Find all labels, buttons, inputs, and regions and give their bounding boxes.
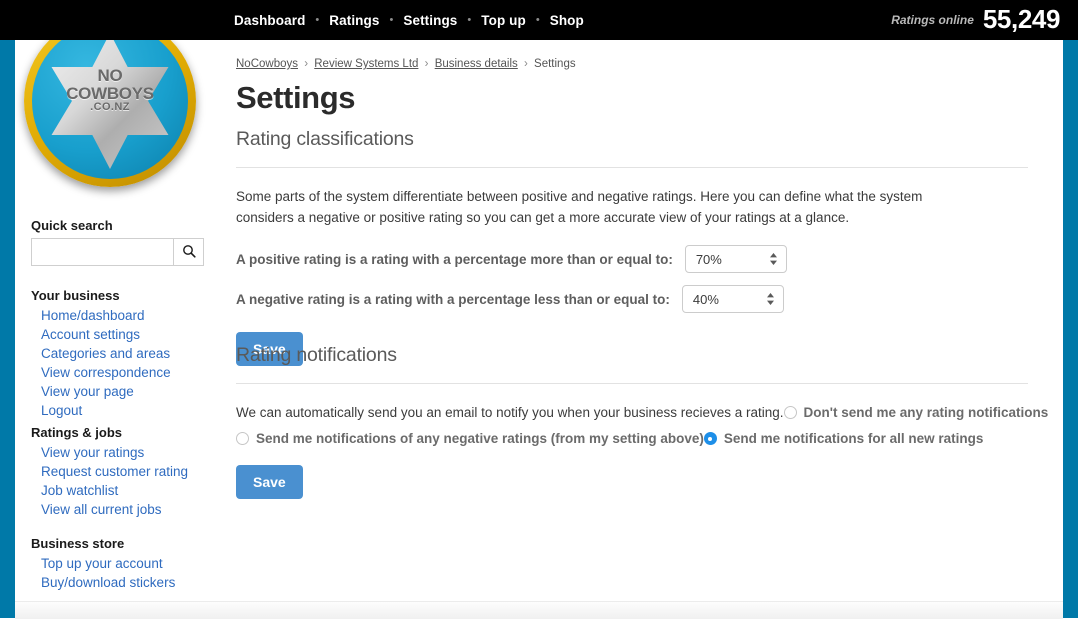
breadcrumb-separator: › (424, 58, 429, 70)
list-item: Home/dashboard (31, 306, 171, 325)
list-item: View correspondence (31, 363, 171, 382)
radio-negative-only-notifications[interactable] (236, 432, 249, 445)
nav-separator: • (315, 13, 320, 26)
sidebar-group-ratings-and-jobs: Ratings & jobs View your ratings Request… (31, 425, 188, 519)
breadcrumb-item-review-systems-ltd[interactable]: Review Systems Ltd (314, 58, 418, 70)
sidebar-item-home-dashboard[interactable]: Home/dashboard (31, 306, 171, 325)
quick-search-title: Quick search (31, 218, 113, 233)
sidebar-item-view-your-page[interactable]: View your page (31, 382, 171, 401)
list-item: Buy/download stickers (31, 573, 175, 592)
nav-separator: • (389, 13, 394, 26)
nav-separator: • (467, 13, 472, 26)
negative-threshold-value: 40% (692, 291, 719, 307)
site-logo[interactable]: NO COWBOYS .CO.NZ (24, 40, 210, 201)
notifications-row-2: Send me notifications of any negative ra… (236, 431, 1028, 446)
search-icon (182, 244, 196, 261)
sidebar-link-list: Top up your account Buy/download sticker… (31, 554, 175, 592)
top-header-bar: Dashboard • Ratings • Settings • Top up … (0, 0, 1078, 40)
sidebar-item-buy-download-stickers[interactable]: Buy/download stickers (31, 573, 175, 592)
sidebar-link-list: View your ratings Request customer ratin… (31, 443, 188, 519)
sidebar-item-categories-and-areas[interactable]: Categories and areas (31, 344, 171, 363)
radio-label-all-new-notifications: Send me notifications for all new rating… (723, 431, 984, 446)
positive-threshold-select[interactable]: 70% (684, 245, 787, 274)
logo-text-line3: .CO.NZ (90, 101, 130, 113)
ratings-online-count: 55,249 (982, 4, 1061, 34)
list-item: View all current jobs (31, 500, 188, 519)
primary-nav: Dashboard • Ratings • Settings • Top up … (234, 0, 584, 40)
page-container: NO COWBOYS .CO.NZ Quick search Your busi… (15, 40, 1063, 618)
sidebar-link-list: Home/dashboard Account settings Categori… (31, 306, 171, 420)
radio-label-no-notifications: Don't send me any rating notifications (803, 405, 1049, 420)
right-accent-rail (1063, 40, 1078, 618)
negative-rating-label: A negative rating is a rating with a per… (236, 291, 670, 307)
sidebar-item-view-correspondence[interactable]: View correspondence (31, 363, 171, 382)
notifications-intro-text: We can automatically send you an email t… (236, 405, 784, 420)
logo-text-line2: COWBOYS (66, 83, 154, 103)
section-heading-rating-classifications: Rating classifications (236, 128, 414, 150)
radio-all-new-notifications[interactable] (703, 432, 717, 445)
section-divider (236, 383, 1028, 384)
section-divider (236, 167, 1028, 168)
nav-separator: • (535, 13, 540, 26)
sidebar-item-view-your-ratings[interactable]: View your ratings (31, 443, 188, 462)
save-notifications-button[interactable]: Save (236, 465, 303, 499)
quick-search-form (31, 238, 204, 266)
section-heading-rating-notifications: Rating notifications (236, 344, 397, 366)
list-item: Request customer rating (31, 462, 188, 481)
radio-label-negative-only-notifications: Send me notifications of any negative ra… (256, 431, 704, 446)
sidebar-item-logout[interactable]: Logout (31, 401, 171, 420)
page-title: Settings (236, 80, 356, 115)
sidebar-group-title: Business store (31, 536, 125, 551)
stepper-arrows-icon (769, 251, 778, 267)
sidebar-group-your-business: Your business Home/dashboard Account set… (31, 288, 171, 420)
nav-item-top-up[interactable]: Top up (481, 13, 526, 28)
list-item: Account settings (31, 325, 171, 344)
section-rating-notifications: Rating notifications We can automaticall… (236, 344, 1048, 499)
nav-item-settings[interactable]: Settings (403, 13, 457, 28)
ratings-online-label: Ratings online (891, 13, 974, 27)
positive-threshold-value: 70% (695, 251, 722, 267)
radio-no-notifications[interactable] (783, 406, 797, 419)
sidebar-group-title: Your business (31, 288, 120, 303)
negative-rating-field-row: A negative rating is a rating with a per… (236, 285, 1028, 314)
sidebar-item-job-watchlist[interactable]: Job watchlist (31, 481, 188, 500)
logo-text-line1: NO (97, 66, 123, 85)
list-item: Job watchlist (31, 481, 188, 500)
breadcrumb-item-nocowboys[interactable]: NoCowboys (236, 58, 298, 70)
list-item: Categories and areas (31, 344, 171, 363)
sidebar-item-top-up-your-account[interactable]: Top up your account (31, 554, 175, 573)
list-item: Logout (31, 401, 171, 420)
positive-rating-label: A positive rating is a rating with a per… (236, 251, 673, 267)
classifications-intro-text: Some parts of the system differentiate b… (236, 189, 923, 225)
list-item: View your ratings (31, 443, 188, 462)
sidebar: NO COWBOYS .CO.NZ Quick search Your busi… (15, 40, 230, 618)
breadcrumb: NoCowboys › Review Systems Ltd › Busines… (236, 58, 576, 70)
nav-item-ratings[interactable]: Ratings (329, 13, 379, 28)
positive-rating-field-row: A positive rating is a rating with a per… (236, 245, 1028, 274)
logo-text: NO COWBOYS .CO.NZ (32, 67, 188, 113)
sidebar-group-business-store: Business store Top up your account Buy/d… (31, 536, 175, 592)
main-content: NoCowboys › Review Systems Ltd › Busines… (236, 40, 1048, 618)
notifications-row-1: We can automatically send you an email t… (236, 405, 1048, 420)
search-button[interactable] (173, 238, 204, 266)
nav-item-dashboard[interactable]: Dashboard (234, 13, 305, 28)
sidebar-group-title: Ratings & jobs (31, 425, 123, 440)
section-rating-classifications: Rating classifications Some parts of the… (236, 128, 1028, 367)
list-item: Top up your account (31, 554, 175, 573)
sidebar-item-view-all-current-jobs[interactable]: View all current jobs (31, 500, 188, 519)
breadcrumb-item-settings: Settings (534, 58, 576, 70)
sidebar-item-request-customer-rating[interactable]: Request customer rating (31, 462, 188, 481)
nav-item-shop[interactable]: Shop (550, 13, 584, 28)
footer-strip (15, 601, 1063, 619)
sidebar-item-account-settings[interactable]: Account settings (31, 325, 171, 344)
left-accent-rail (0, 40, 15, 618)
list-item: View your page (31, 382, 171, 401)
breadcrumb-separator: › (524, 58, 528, 70)
breadcrumb-separator: › (304, 58, 309, 70)
negative-threshold-select[interactable]: 40% (681, 285, 784, 314)
search-input[interactable] (31, 238, 173, 266)
stepper-arrows-icon (766, 291, 775, 307)
ratings-online-counter: Ratings online 55,249 (891, 0, 1060, 40)
breadcrumb-item-business-details[interactable]: Business details (435, 58, 518, 70)
